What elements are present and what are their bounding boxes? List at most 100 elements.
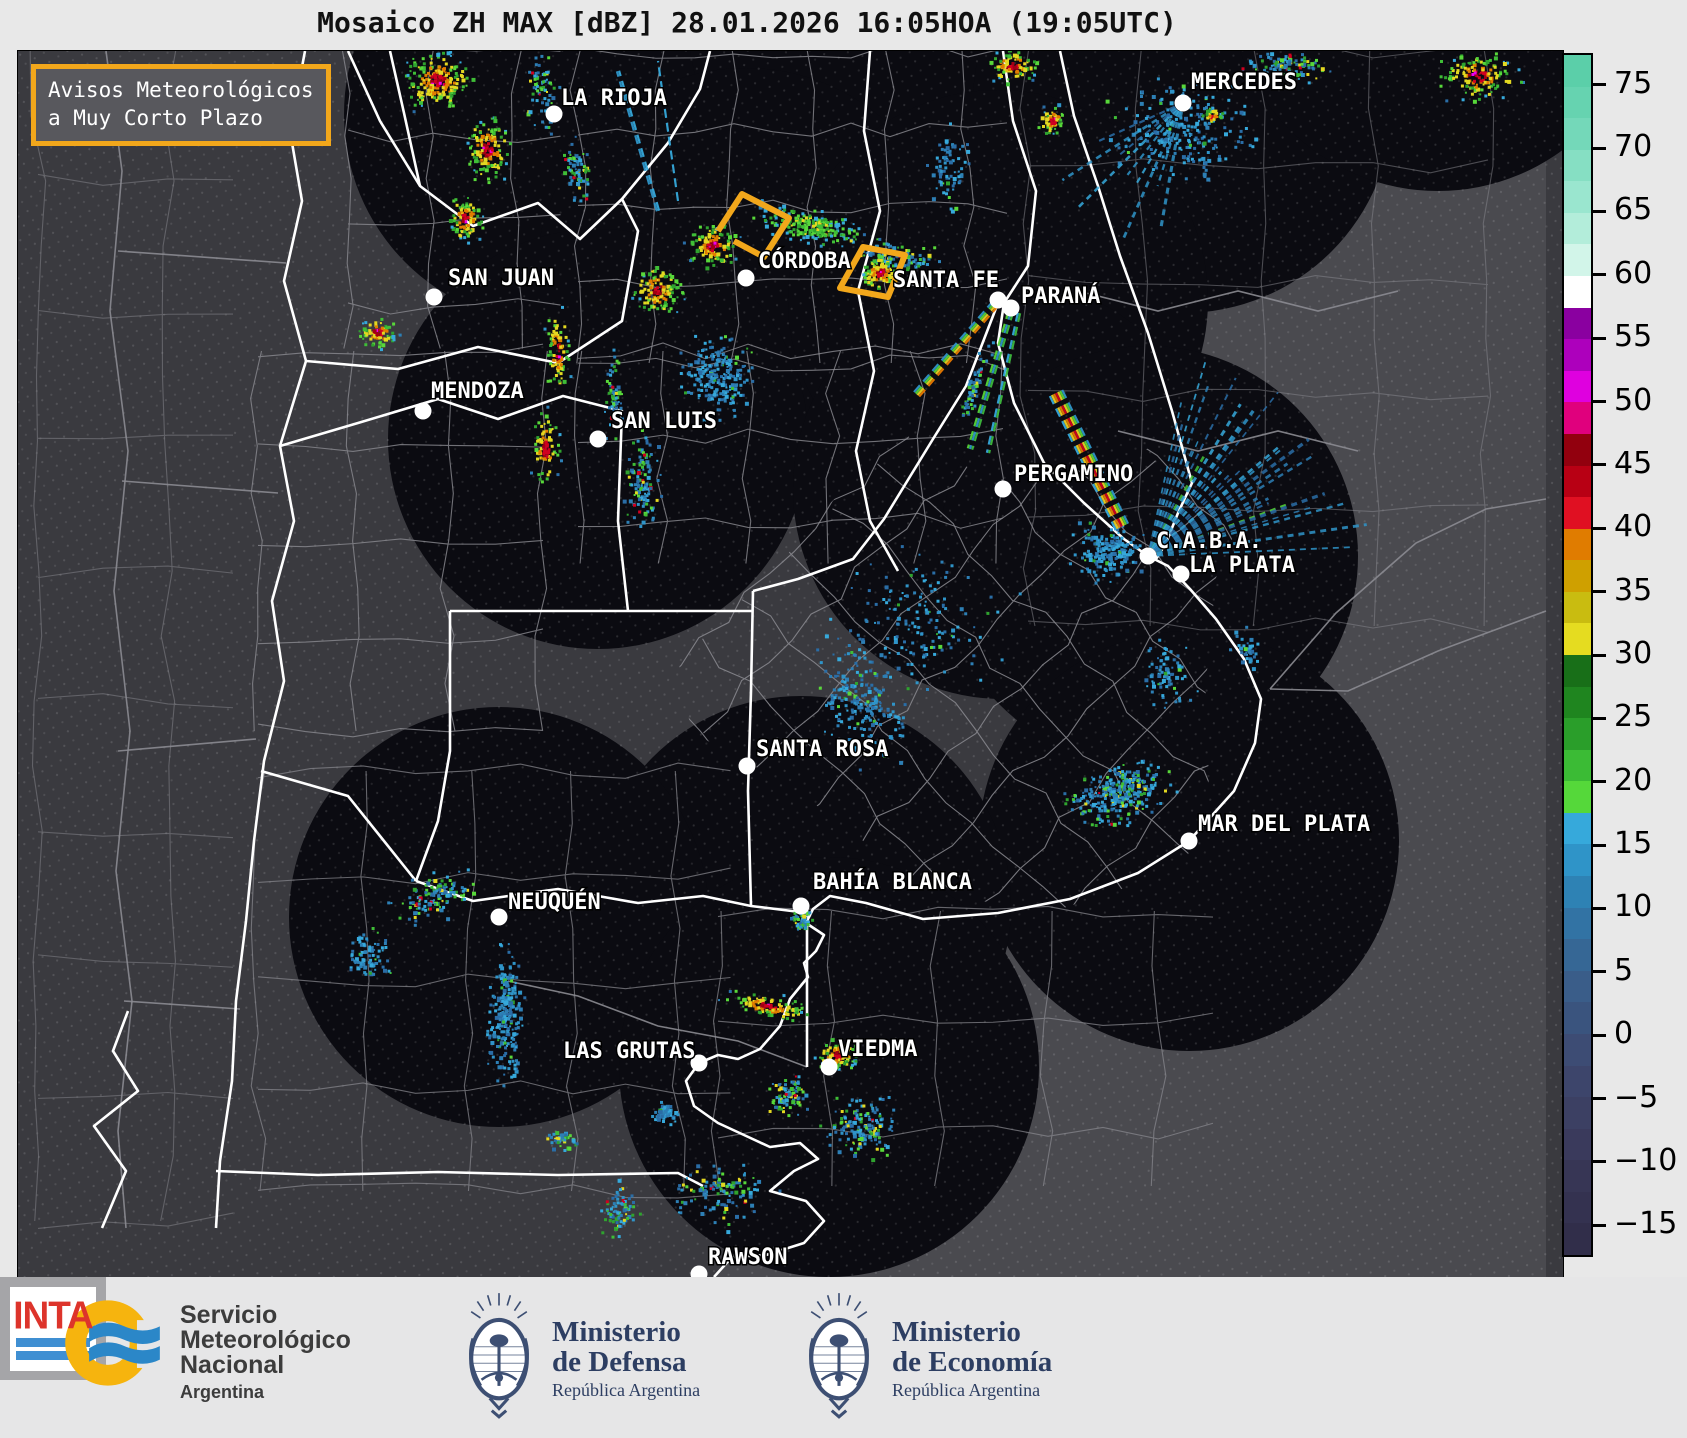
colorbar-tick xyxy=(1593,906,1606,910)
city-dot xyxy=(994,480,1012,498)
colorbar-tick xyxy=(1593,653,1606,657)
colorbar-tick xyxy=(1593,526,1606,530)
city-label: MAR DEL PLATA xyxy=(1198,812,1370,837)
colorbar-segment xyxy=(1564,118,1591,150)
city-label: PERGAMINO xyxy=(1014,462,1133,487)
ministerio-economia-logo: Ministerio de Economía República Argenti… xyxy=(800,1287,1052,1423)
colorbar-segment xyxy=(1564,907,1591,940)
colorbar-segment xyxy=(1564,686,1591,719)
city-label: LA PLATA xyxy=(1189,553,1295,578)
colorbar-segment xyxy=(1564,1097,1591,1129)
economia-line2: de Economía xyxy=(892,1346,1053,1378)
colorbar-segment xyxy=(1564,718,1591,750)
colorbar-tick xyxy=(1593,1160,1606,1164)
city-dot xyxy=(1139,547,1157,565)
colorbar-segment xyxy=(1564,939,1591,971)
city-label: VIEDMA xyxy=(838,1037,917,1062)
city-dot xyxy=(1172,565,1190,583)
colorbar-tick-label: 10 xyxy=(1614,889,1653,925)
economia-line1: Ministerio xyxy=(892,1316,1021,1348)
colorbar-tick xyxy=(1593,716,1606,720)
smn-logo: Servicio Meteorológico Nacional Argentin… xyxy=(60,1291,351,1405)
colorbar-segment xyxy=(1564,244,1591,277)
colorbar-tick xyxy=(1593,336,1606,340)
city-dot xyxy=(589,430,607,448)
footer-logos: Servicio Meteorológico Nacional Argentin… xyxy=(0,1277,1687,1438)
colorbar-tick-label: 75 xyxy=(1614,65,1653,101)
colorbar-tick-label: 40 xyxy=(1614,509,1653,545)
dbz-colorbar: 75 70 65 60 55 50 45 40 35 30 25 20 15 10 5 0 −5 −10 −15 xyxy=(1562,0,1687,1438)
colorbar-segment xyxy=(1564,1160,1591,1192)
smn-text-line3: Nacional xyxy=(180,1351,285,1379)
colorbar-segment xyxy=(1564,1191,1591,1224)
colorbar-tick-label: 45 xyxy=(1614,445,1653,481)
colorbar-segment xyxy=(1564,370,1591,403)
colorbar-tick-label: 5 xyxy=(1614,952,1634,988)
colorbar-tick-label: 65 xyxy=(1614,192,1653,228)
city-dot xyxy=(737,269,755,287)
colorbar-segment xyxy=(1564,1002,1591,1034)
smn-text-line2: Meteorológico xyxy=(180,1326,351,1354)
colorbar-segment xyxy=(1564,212,1591,245)
city-label: SANTA ROSA xyxy=(756,737,888,762)
colorbar-tick-label: 30 xyxy=(1614,636,1653,671)
city-label: RAWSON xyxy=(708,1245,787,1270)
colorbar-tick-label: −5 xyxy=(1614,1079,1659,1115)
city-label: CÓRDOBA xyxy=(758,248,851,274)
city-label: PARANÁ xyxy=(1021,283,1100,309)
city-dot xyxy=(545,105,563,123)
warning-legend-line1: Avisos Meteorológicos xyxy=(48,78,314,102)
colorbar-tick xyxy=(1593,590,1606,594)
colorbar-tick xyxy=(1593,1097,1606,1101)
city-dot xyxy=(414,402,432,420)
colorbar-tick-label: −15 xyxy=(1614,1206,1678,1242)
argentina-crest-icon xyxy=(469,1293,529,1419)
colorbar-segment xyxy=(1564,339,1591,371)
colorbar-tick xyxy=(1593,970,1606,974)
radar-map: LA RIOJA MERCEDES SAN JUAN MENDOZA SAN LUIS C… xyxy=(17,50,1564,1279)
defensa-line2: de Defensa xyxy=(552,1346,687,1378)
city-label: NEUQUÉN xyxy=(508,889,601,915)
colorbar-tick xyxy=(1593,1223,1606,1227)
colorbar-segment xyxy=(1564,181,1591,213)
colorbar-tick xyxy=(1593,843,1606,847)
colorbar-tick-label: 50 xyxy=(1614,382,1653,418)
colorbar-segment xyxy=(1564,55,1591,87)
warning-legend-box: Avisos Meteorológicos a Muy Corto Plazo xyxy=(31,64,331,146)
page-title: Mosaico ZH MAX [dBZ] 28.01.2026 16:05HOA… xyxy=(317,6,1177,39)
city-label: MERCEDES xyxy=(1191,70,1297,95)
colorbar-segment xyxy=(1564,1128,1591,1161)
colorbar-segment xyxy=(1564,86,1591,119)
smn-text-line1: Servicio xyxy=(180,1301,278,1329)
colorbar-segment xyxy=(1564,970,1591,1003)
city-dot xyxy=(1180,832,1198,850)
smn-text-line4: Argentina xyxy=(180,1382,265,1402)
colorbar-segment xyxy=(1564,528,1591,561)
city-dot xyxy=(738,757,756,775)
colorbar-segment xyxy=(1564,623,1591,655)
dbz-colorbar-gradient xyxy=(1562,53,1593,1257)
colorbar-tick-label: 25 xyxy=(1614,699,1653,735)
colorbar-segment xyxy=(1564,560,1591,592)
colorbar-segment xyxy=(1564,497,1591,529)
city-label: C.A.B.A. xyxy=(1156,529,1262,554)
colorbar-tick-label: −10 xyxy=(1614,1142,1678,1178)
defensa-line1: Ministerio xyxy=(552,1316,681,1348)
colorbar-segment xyxy=(1564,1223,1591,1255)
colorbar-tick xyxy=(1593,273,1606,277)
city-label: MENDOZA xyxy=(431,379,524,404)
defensa-subtitle: República Argentina xyxy=(552,1380,701,1400)
colorbar-segment xyxy=(1564,844,1591,877)
city-dot xyxy=(792,897,810,915)
ministerio-defensa-logo: Ministerio de Defensa República Argentin… xyxy=(460,1287,700,1423)
colorbar-segment xyxy=(1564,149,1591,182)
city-dot xyxy=(820,1058,838,1076)
colorbar-tick-label: 15 xyxy=(1614,826,1653,862)
city-dot xyxy=(1174,94,1192,112)
colorbar-tick-label: 35 xyxy=(1614,572,1653,608)
city-label: SAN JUAN xyxy=(448,266,554,291)
colorbar-segment xyxy=(1564,276,1591,308)
colorbar-segment xyxy=(1564,812,1591,845)
colorbar-tick-label: 70 xyxy=(1614,129,1653,165)
city-dot xyxy=(1002,299,1020,317)
